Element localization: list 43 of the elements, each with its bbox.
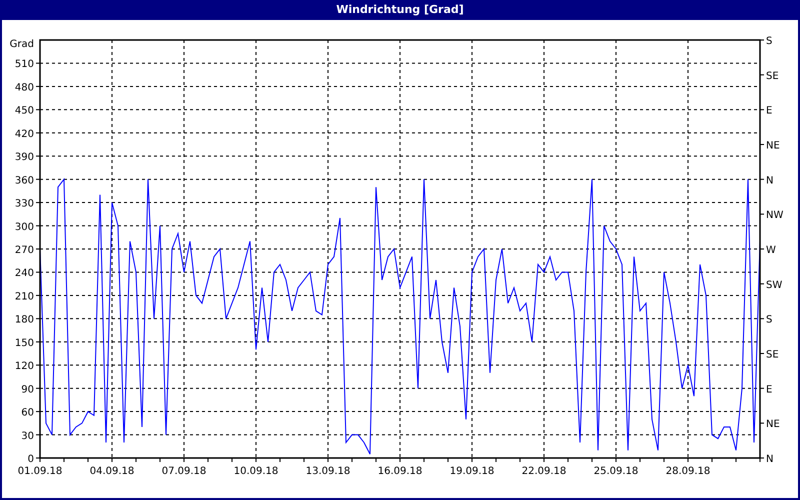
- x-axis-label: 22.09.18: [522, 466, 566, 477]
- compass-label: N: [766, 454, 774, 465]
- y-axis-label: 330: [14, 198, 34, 210]
- y-axis-label: 300: [14, 222, 34, 233]
- y-axis-label: 360: [14, 175, 34, 186]
- compass-label: SE: [766, 350, 779, 360]
- compass-label: N: [766, 175, 774, 186]
- compass-label: E: [766, 106, 772, 117]
- y-axis-label: 210: [14, 291, 34, 302]
- x-axis-label: 07.09.18: [162, 466, 206, 477]
- y-axis-label: 0: [28, 454, 34, 465]
- y-axis-label: 240: [14, 268, 34, 280]
- y-axis-label: 90: [21, 384, 34, 396]
- compass-label: E: [766, 384, 772, 396]
- y-axis-label: 390: [14, 152, 34, 164]
- compass-label: NE: [766, 140, 780, 152]
- window-title: Windrichtung [Grad]: [2, 0, 798, 20]
- x-axis-label: 19.09.18: [450, 466, 494, 477]
- y-axis-label: 420: [14, 128, 34, 140]
- compass-label: S: [766, 36, 772, 47]
- x-axis-label: 10.09.18: [234, 466, 278, 477]
- y-axis-label: 150: [14, 338, 34, 349]
- y-axis-label: 180: [14, 314, 34, 326]
- x-axis-label: 04.09.18: [90, 466, 134, 477]
- y-axis-label: 30: [21, 430, 34, 442]
- x-axis-label: 13.09.18: [306, 466, 350, 477]
- compass-label: SW: [766, 280, 782, 291]
- x-axis-label: 28.09.18: [666, 466, 710, 477]
- x-axis-label: 16.09.18: [378, 466, 422, 477]
- y-axis-label: 60: [21, 408, 34, 419]
- x-axis-label: 25.09.18: [594, 466, 638, 477]
- compass-label: S: [766, 314, 772, 326]
- y-axis-label: 120: [14, 361, 34, 372]
- compass-label: NW: [766, 210, 784, 222]
- compass-label: W: [766, 245, 776, 256]
- compass-label: NE: [766, 419, 780, 430]
- compass-label: SE: [766, 70, 779, 82]
- y-axis-label: 510: [14, 59, 34, 70]
- x-axis-label: 01.09.18: [18, 466, 62, 477]
- y-axis-label: 480: [14, 82, 34, 94]
- y-axis-label: 450: [14, 106, 34, 117]
- y-axis-label: 270: [14, 245, 34, 256]
- y-axis-title: Grad: [10, 39, 34, 50]
